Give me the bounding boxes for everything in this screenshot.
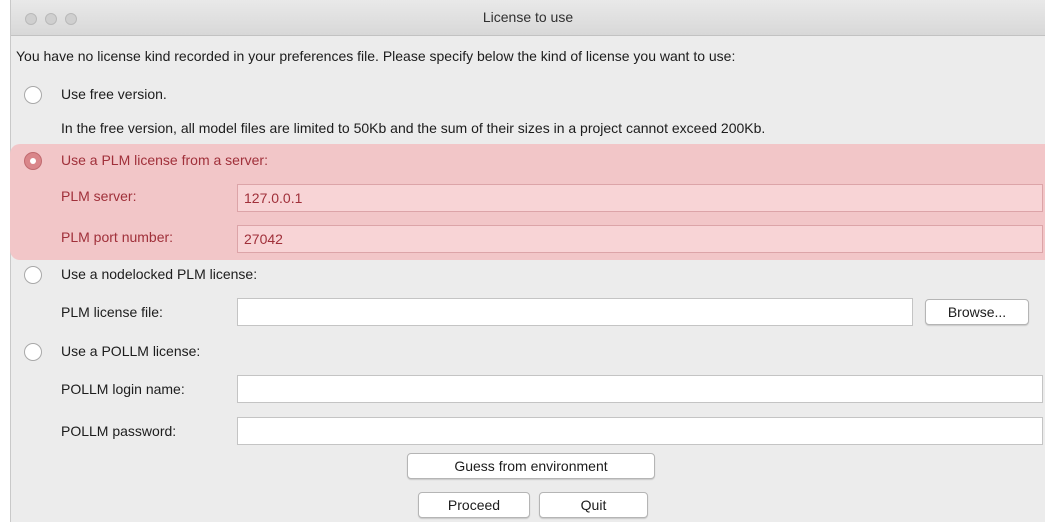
pollm-password-label: POLLM password: [61, 423, 177, 439]
pollm-option-label[interactable]: Use a POLLM license: [61, 343, 200, 359]
plm-server-input[interactable] [237, 184, 1043, 212]
pollm-login-input[interactable] [237, 375, 1043, 403]
plm-server-label: PLM server: [61, 188, 137, 204]
nodelocked-option-label[interactable]: Use a nodelocked PLM license: [61, 266, 257, 282]
free-version-description: In the free version, all model files are… [61, 120, 766, 136]
nodelocked-radio[interactable] [24, 266, 42, 284]
intro-text: You have no license kind recorded in you… [16, 48, 736, 64]
quit-button[interactable]: Quit [539, 492, 648, 518]
proceed-button[interactable]: Proceed [418, 492, 530, 518]
plm-port-input[interactable] [237, 225, 1043, 253]
plm-server-option-label[interactable]: Use a PLM license from a server: [61, 152, 268, 168]
title-bar[interactable]: License to use [11, 0, 1045, 36]
pollm-radio[interactable] [24, 343, 42, 361]
guess-from-environment-button[interactable]: Guess from environment [407, 453, 655, 479]
browse-button[interactable]: Browse... [925, 299, 1029, 325]
window-title: License to use [482, 9, 574, 25]
plm-server-radio[interactable] [24, 152, 42, 170]
plm-license-file-label: PLM license file: [61, 304, 163, 320]
pollm-password-input[interactable] [237, 417, 1043, 445]
plm-license-file-input[interactable] [237, 298, 913, 326]
free-version-label[interactable]: Use free version. [61, 86, 167, 102]
pollm-login-label: POLLM login name: [61, 381, 185, 397]
plm-port-label: PLM port number: [61, 229, 174, 245]
free-version-radio[interactable] [24, 86, 42, 104]
